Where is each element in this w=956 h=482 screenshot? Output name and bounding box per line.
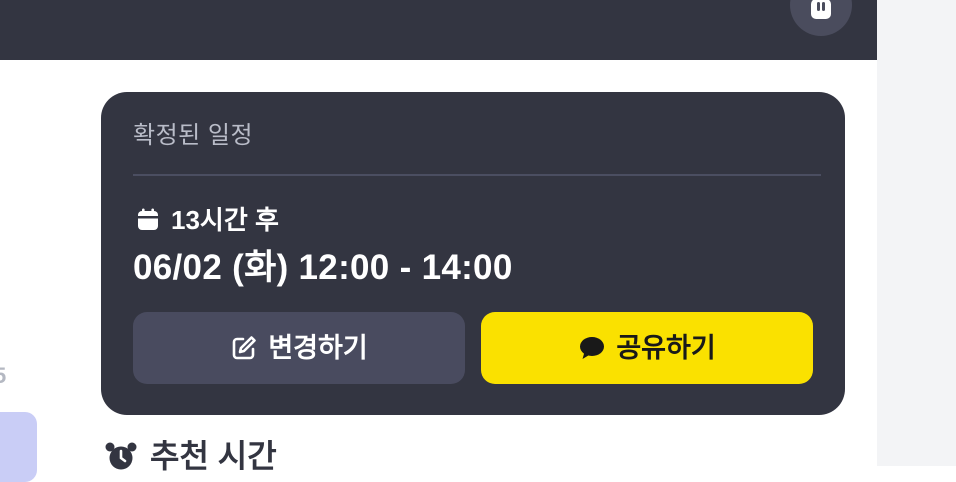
- relative-time-text: 13시간 후: [171, 205, 279, 235]
- confirmed-schedule-card: 확정된 일정 13시간 후 06/02 (화) 12:00 - 14:00 변경…: [101, 92, 845, 415]
- avatar-icon: [811, 0, 831, 19]
- right-gutter: [877, 0, 956, 466]
- relative-time-row: 13시간 후: [135, 204, 279, 236]
- card-title: 확정된 일정: [133, 122, 254, 149]
- card-divider: [133, 174, 821, 176]
- share-schedule-button[interactable]: 공유하기: [481, 312, 813, 384]
- side-partial-block[interactable]: [0, 412, 37, 482]
- calendar-icon: [138, 208, 158, 230]
- recommended-time-heading: 추천 시간: [104, 436, 277, 476]
- chat-bubble-icon: [580, 337, 605, 359]
- schedule-datetime: 06/02 (화) 12:00 - 14:00: [133, 248, 513, 287]
- edit-schedule-button[interactable]: 변경하기: [133, 312, 465, 384]
- recommended-heading-text: 추천 시간: [150, 438, 277, 474]
- side-partial-number: 5: [0, 363, 7, 388]
- profile-avatar-button[interactable]: [790, 0, 852, 36]
- top-header-bar: [0, 0, 877, 60]
- edit-icon: [233, 336, 257, 360]
- edit-button-label: 변경하기: [268, 333, 368, 363]
- alarm-clock-icon: [105, 442, 137, 470]
- share-button-label: 공유하기: [616, 333, 716, 363]
